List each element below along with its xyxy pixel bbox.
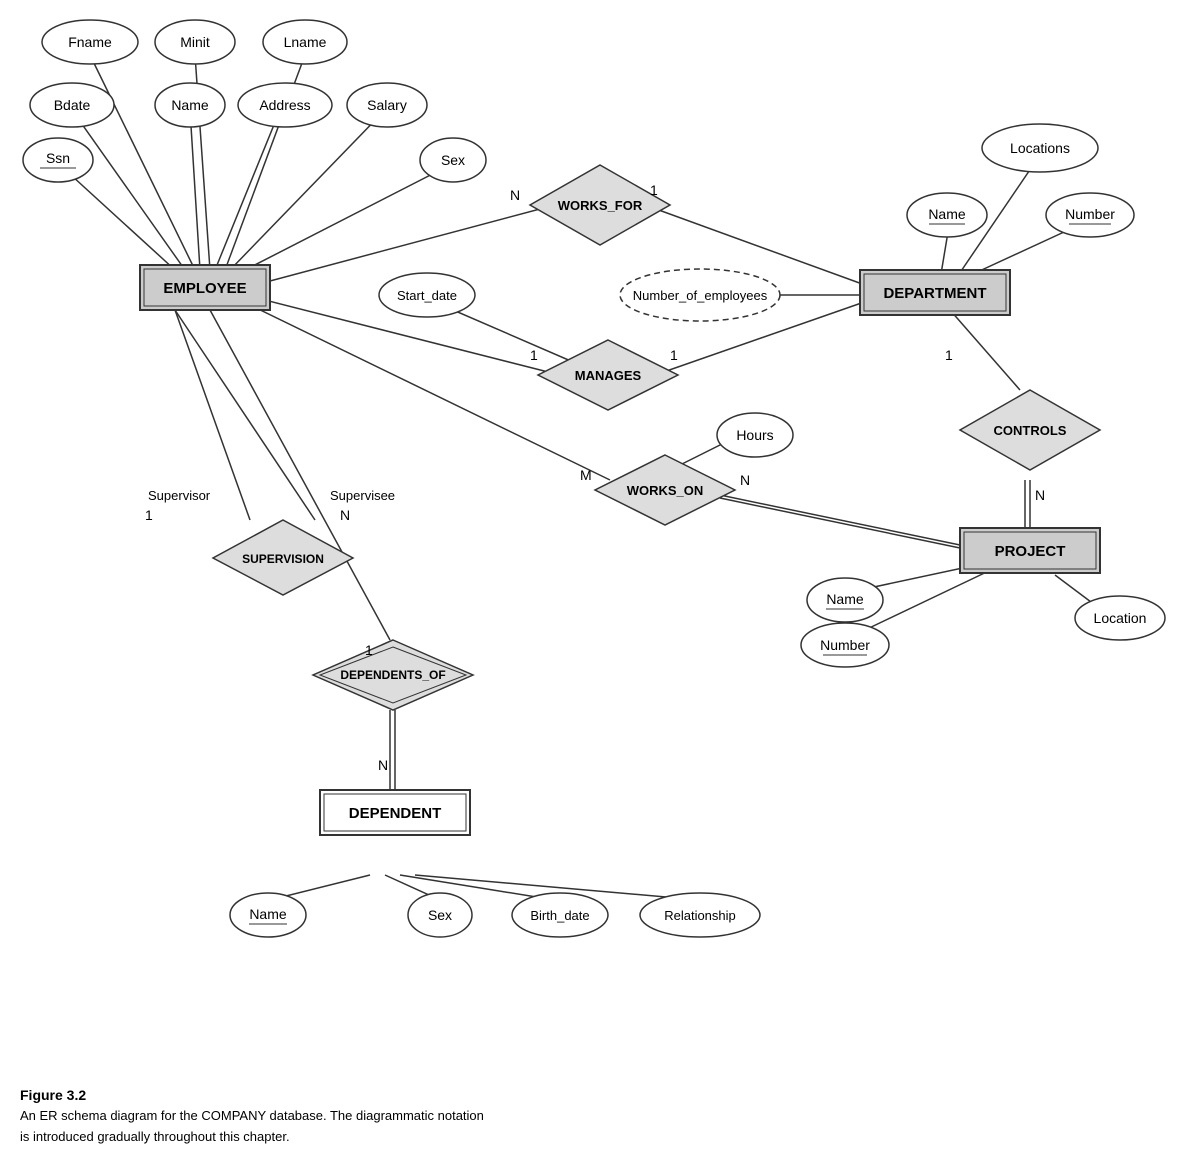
num-employees-attr: Number_of_employees	[633, 288, 768, 303]
controls-1: 1	[945, 347, 953, 363]
relationship-attr: Relationship	[664, 908, 736, 923]
dept-name-attr: Name	[928, 206, 966, 222]
caption-line1: An ER schema diagram for the COMPANY dat…	[20, 1108, 484, 1123]
works-on-m: M	[580, 467, 592, 483]
bdate-attr: Bdate	[54, 97, 91, 113]
project-entity-label: PROJECT	[995, 543, 1066, 560]
salary-attr: Salary	[367, 97, 407, 113]
start-date-attr: Start_date	[397, 288, 457, 303]
minit-attr: Minit	[180, 34, 210, 50]
supervisor-label: Supervisor	[148, 488, 211, 503]
controls-label: CONTROLS	[994, 423, 1067, 438]
er-diagram-container: EMPLOYEE DEPARTMENT PROJECT DEPENDENT WO…	[0, 0, 1201, 1100]
manages-1a: 1	[530, 347, 538, 363]
emp-name-attr: Name	[171, 97, 209, 113]
caption-line2: is introduced gradually throughout this …	[20, 1129, 290, 1144]
caption-title: Figure 3.2	[20, 1087, 86, 1103]
proj-name-attr: Name	[826, 591, 864, 607]
department-entity-label: DEPARTMENT	[883, 285, 986, 302]
supervision-n: N	[340, 507, 350, 523]
address-attr: Address	[259, 97, 310, 113]
locations-attr: Locations	[1010, 140, 1070, 156]
manages-label: MANAGES	[575, 368, 642, 383]
dept-number-attr: Number	[1065, 206, 1115, 222]
hours-attr: Hours	[736, 427, 773, 443]
supervisee-label: Supervisee	[330, 488, 395, 503]
works-for-label: WORKS_FOR	[558, 198, 643, 213]
manages-1b: 1	[670, 347, 678, 363]
fname-attr: Fname	[68, 34, 112, 50]
birth-date-attr: Birth_date	[530, 908, 589, 923]
dependents-1: 1	[365, 642, 373, 658]
works-for-n: N	[510, 187, 520, 203]
supervision-label: SUPERVISION	[242, 552, 324, 566]
dep-sex-attr: Sex	[428, 907, 452, 923]
dep-name-attr: Name	[249, 906, 287, 922]
ssn-attr: Ssn	[46, 150, 70, 166]
location-attr: Location	[1094, 610, 1147, 626]
figure-caption: Figure 3.2 An ER schema diagram for the …	[20, 1084, 484, 1148]
dependents-of-label: DEPENDENTS_OF	[340, 668, 445, 682]
works-on-n: N	[740, 472, 750, 488]
employee-entity-label: EMPLOYEE	[163, 280, 246, 297]
lname-attr: Lname	[284, 34, 327, 50]
proj-number-attr: Number	[820, 637, 870, 653]
emp-sex-attr: Sex	[441, 152, 465, 168]
controls-n: N	[1035, 487, 1045, 503]
dependents-n: N	[378, 757, 388, 773]
works-on-label: WORKS_ON	[627, 483, 704, 498]
dependent-entity-label: DEPENDENT	[349, 805, 442, 822]
supervision-1: 1	[145, 507, 153, 523]
works-for-1: 1	[650, 182, 658, 198]
